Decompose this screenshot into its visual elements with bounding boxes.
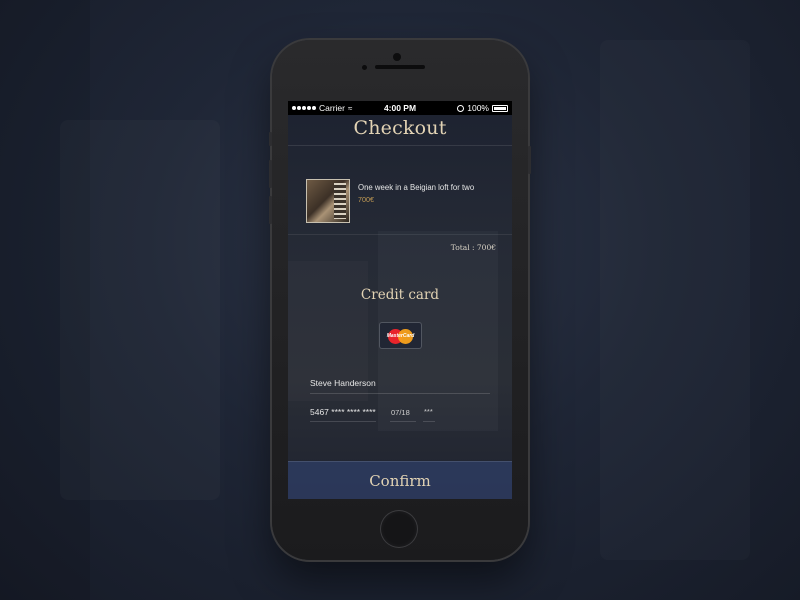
expiry-field[interactable]: 07/18	[391, 408, 410, 417]
loft-photo	[334, 183, 346, 219]
section-title-credit-card: Credit card	[360, 287, 440, 303]
field-underline	[310, 421, 376, 422]
confirm-label: Confirm	[369, 471, 431, 490]
status-right: 100%	[457, 103, 508, 113]
item-thumbnail[interactable]	[306, 179, 350, 223]
status-bar: Carrier ≈ 4:00 PM 100%	[288, 101, 512, 115]
field-underline	[423, 421, 435, 422]
home-button[interactable]	[380, 510, 418, 548]
volume-down-button	[269, 196, 272, 224]
divider	[288, 234, 512, 235]
confirm-button[interactable]: Confirm	[288, 461, 512, 499]
field-underline	[310, 393, 490, 394]
field-underline	[390, 421, 416, 422]
background-shape	[600, 40, 750, 560]
card-number-field[interactable]: 5467 **** **** ****	[310, 407, 376, 417]
battery-icon	[492, 104, 508, 112]
front-camera-icon	[393, 53, 401, 61]
divider	[288, 145, 512, 146]
phone-screen: Carrier ≈ 4:00 PM 100% Checkout One week…	[288, 101, 512, 499]
earpiece-speaker	[375, 65, 425, 69]
page-title: Checkout	[353, 117, 447, 139]
cardholder-name-field[interactable]: Steve Handerson	[310, 378, 376, 388]
item-name: One week in a Beigian loft for two	[358, 183, 475, 192]
sensor-icon	[362, 65, 367, 70]
order-total: Total : 700€	[450, 243, 496, 252]
background-shape	[60, 120, 220, 500]
card-brand-label: MasterCard	[386, 333, 415, 339]
cvv-field[interactable]: ***	[424, 407, 433, 416]
item-price: 700€	[358, 195, 374, 204]
card-brand-selector[interactable]: MasterCard	[379, 322, 422, 349]
power-button	[528, 146, 531, 174]
mute-switch	[269, 132, 272, 146]
volume-up-button	[269, 160, 272, 188]
battery-percent: 100%	[467, 103, 489, 113]
rotation-lock-icon	[457, 104, 465, 112]
phone-frame: Carrier ≈ 4:00 PM 100% Checkout One week…	[269, 40, 531, 560]
